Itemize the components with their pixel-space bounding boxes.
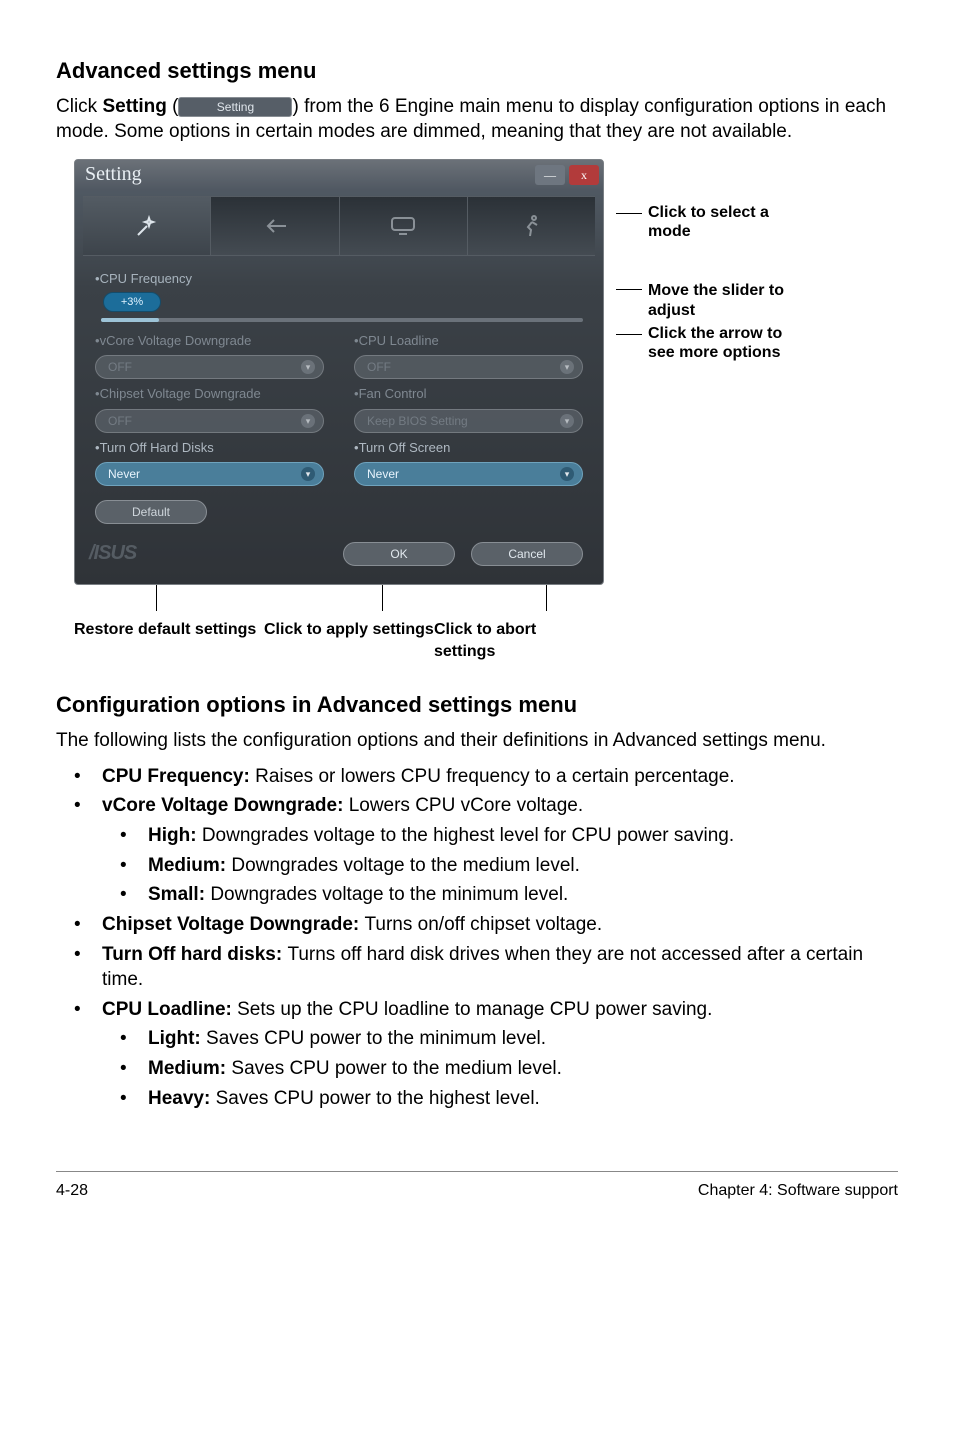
callout-apply: Click to apply settings <box>264 619 434 662</box>
callout-restore: Restore default settings <box>74 619 264 662</box>
chevron-down-icon: ▾ <box>560 467 574 481</box>
dropdown-fan[interactable]: Keep BIOS Setting ▾ <box>354 409 583 433</box>
label-chipset: Chipset Voltage Downgrade <box>95 385 324 403</box>
conf-intro: The following lists the configuration op… <box>56 728 898 754</box>
label-hdd: Turn Off Hard Disks <box>95 439 324 457</box>
label-vcore: vCore Voltage Downgrade <box>95 332 324 350</box>
label-fan: Fan Control <box>354 385 583 403</box>
tab-mode-2[interactable] <box>210 197 338 255</box>
heading-configuration: Configuration options in Advanced settin… <box>56 690 898 720</box>
tab-mode-4[interactable] <box>467 197 595 255</box>
definition-list: CPU Frequency: Raises or lowers CPU freq… <box>56 764 898 1112</box>
default-button[interactable]: Default <box>95 500 207 524</box>
window-title: Setting <box>85 161 142 188</box>
ok-button[interactable]: OK <box>343 542 455 566</box>
setting-window: Setting — x <box>74 159 604 585</box>
callouts: Click to select a mode Move the slider t… <box>616 159 796 585</box>
chevron-down-icon: ▾ <box>560 414 574 428</box>
page-number: 4-28 <box>56 1180 88 1202</box>
dropdown-vcore[interactable]: OFF ▾ <box>95 355 324 379</box>
callout-slider: Move the slider to adjust <box>648 281 796 319</box>
label-cpu-frequency: CPU Frequency <box>95 270 583 288</box>
callout-arrow: Click the arrow to see more options <box>648 324 796 362</box>
intro-sentence: Click Setting (Setting) from the 6 Engin… <box>56 94 898 145</box>
slider-value[interactable]: +3% <box>103 292 161 312</box>
callout-abort: Click to abort settings <box>434 619 602 662</box>
chevron-down-icon: ▾ <box>301 467 315 481</box>
tab-mode-1[interactable] <box>83 197 210 255</box>
chapter-footer: Chapter 4: Software support <box>698 1180 898 1202</box>
monitor-icon <box>389 215 417 237</box>
chevron-down-icon: ▾ <box>301 360 315 374</box>
dropdown-loadline[interactable]: OFF ▾ <box>354 355 583 379</box>
cpu-frequency-slider[interactable] <box>101 318 583 322</box>
dropdown-chipset[interactable]: OFF ▾ <box>95 409 324 433</box>
dropdown-hdd[interactable]: Never ▾ <box>95 462 324 486</box>
runner-icon <box>520 214 542 238</box>
callout-mode: Click to select a mode <box>648 203 796 241</box>
asus-logo: /ISUS <box>89 540 209 568</box>
mode-tabs <box>83 196 595 256</box>
tab-mode-3[interactable] <box>339 197 467 255</box>
wand-icon <box>135 214 159 238</box>
dropdown-screen[interactable]: Never ▾ <box>354 462 583 486</box>
chevron-down-icon: ▾ <box>560 360 574 374</box>
label-screen: Turn Off Screen <box>354 439 583 457</box>
setting-chip: Setting <box>178 97 292 117</box>
close-button[interactable]: x <box>569 165 599 185</box>
label-loadline: CPU Loadline <box>354 332 583 350</box>
cancel-button[interactable]: Cancel <box>471 542 583 566</box>
heading-advanced: Advanced settings menu <box>56 56 898 86</box>
chevron-down-icon: ▾ <box>301 414 315 428</box>
arrow-left-icon <box>262 216 288 236</box>
minimize-button[interactable]: — <box>535 165 565 185</box>
